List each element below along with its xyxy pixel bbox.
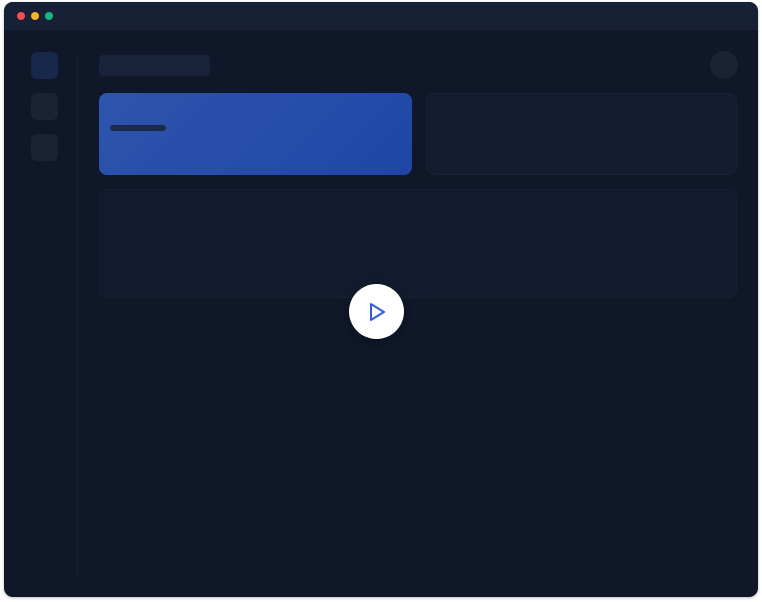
title-bar [4,2,758,30]
page-title-placeholder [99,55,210,76]
highlight-card[interactable] [99,93,412,175]
content-panel [99,189,737,298]
maximize-icon[interactable] [45,12,53,20]
play-button[interactable] [349,284,404,339]
close-icon[interactable] [17,12,25,20]
play-icon [370,302,385,321]
secondary-card[interactable] [426,93,737,175]
sidebar-item-3[interactable] [31,134,58,161]
avatar[interactable] [710,51,738,79]
card-label-placeholder [110,125,166,131]
sidebar-divider [77,52,78,576]
minimize-icon[interactable] [31,12,39,20]
sidebar-item-1[interactable] [31,52,58,79]
sidebar-item-2[interactable] [31,93,58,120]
